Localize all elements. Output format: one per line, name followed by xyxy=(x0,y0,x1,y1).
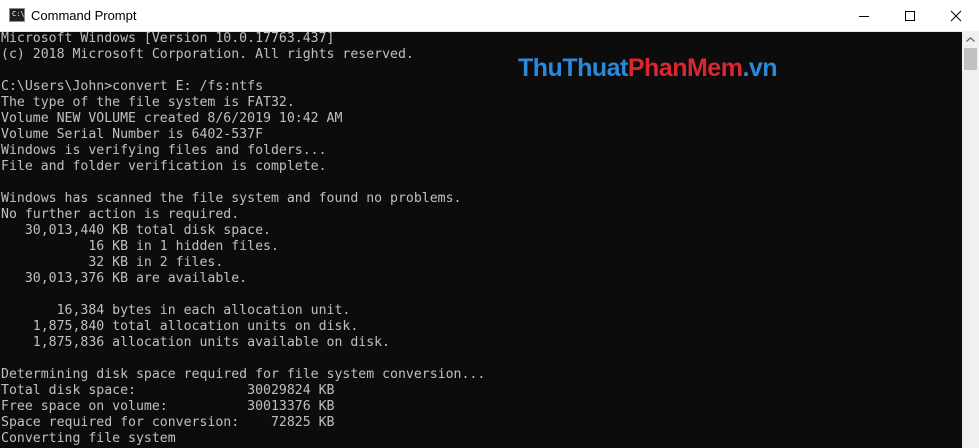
minimize-icon xyxy=(859,16,869,17)
console-line: 16 KB in 1 hidden files. xyxy=(1,239,279,254)
console-line: 1,875,836 allocation units available on … xyxy=(1,335,391,350)
console-line: File and folder verification is complete… xyxy=(1,159,327,174)
maximize-icon xyxy=(905,11,915,21)
watermark-logo: ThuThuatPhanMem.vn xyxy=(518,53,778,83)
console-line: The type of the file system is FAT32. xyxy=(1,95,295,110)
scroll-up-button[interactable] xyxy=(962,31,979,48)
console-line: C:\Users\John>convert E: /fs:ntfs xyxy=(1,79,264,94)
watermark-part-thuthuat: ThuThuat xyxy=(518,54,628,82)
watermark-part-vn: .vn xyxy=(742,54,778,82)
minimize-button[interactable] xyxy=(841,0,887,31)
console-output[interactable]: Microsoft Windows [Version 10.0.17763.43… xyxy=(0,31,962,448)
console-line: 32 KB in 2 files. xyxy=(1,255,224,270)
console-line: 30,013,376 KB are available. xyxy=(1,271,248,286)
console-line: Determining disk space required for file… xyxy=(1,367,486,382)
console-line: Windows has scanned the file system and … xyxy=(1,191,462,206)
title-bar[interactable]: C:\_ Command Prompt xyxy=(0,0,979,32)
vertical-scrollbar[interactable] xyxy=(962,31,979,448)
console-line: Windows is verifying files and folders..… xyxy=(1,143,327,158)
console-line: No further action is required. xyxy=(1,207,240,222)
close-button[interactable] xyxy=(933,0,979,31)
scroll-up-arrow-icon xyxy=(966,37,975,42)
console-line: Converting file system xyxy=(1,431,176,446)
window-title: Command Prompt xyxy=(31,8,137,23)
command-prompt-app-icon[interactable]: C:\_ xyxy=(9,8,29,22)
close-icon xyxy=(950,10,962,22)
maximize-button[interactable] xyxy=(887,0,933,31)
console-line: 1,875,840 total allocation units on disk… xyxy=(1,319,359,334)
watermark-part-phanmem: PhanMem xyxy=(627,54,743,82)
console-line: Free space on volume: 30013376 KB xyxy=(1,399,335,414)
console-line: Space required for conversion: 72825 KB xyxy=(1,415,335,430)
scrollbar-thumb[interactable] xyxy=(964,48,977,70)
command-prompt-window: C:\_ Command Prompt Microsoft Windows [V… xyxy=(0,0,979,448)
console-line: Total disk space: 30029824 KB xyxy=(1,383,335,398)
console-line: Volume Serial Number is 6402-537F xyxy=(1,127,264,142)
app-icon-glyph: C:\_ xyxy=(12,10,29,18)
console-line: 30,013,440 KB total disk space. xyxy=(1,223,271,238)
console-line: Microsoft Windows [Version 10.0.17763.43… xyxy=(1,31,335,46)
console-line: 16,384 bytes in each allocation unit. xyxy=(1,303,351,318)
console-line: (c) 2018 Microsoft Corporation. All righ… xyxy=(1,47,414,62)
console-line: Volume NEW VOLUME created 8/6/2019 10:42… xyxy=(1,111,343,126)
